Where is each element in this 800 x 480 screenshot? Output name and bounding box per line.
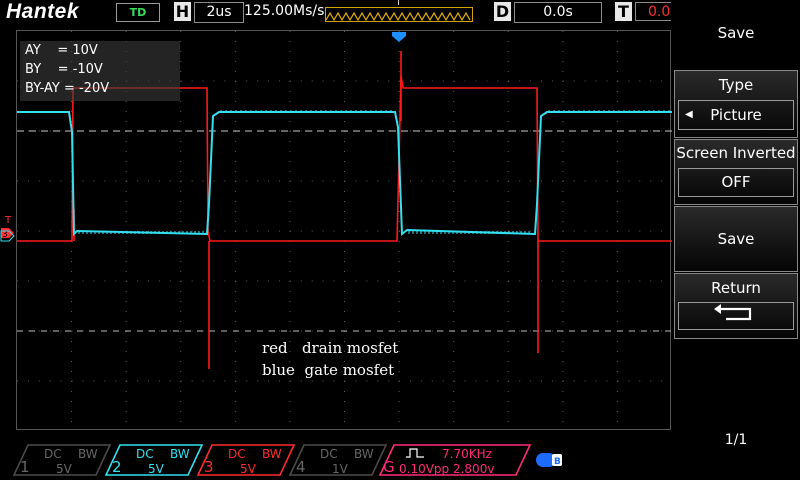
channel-coupling: DC — [136, 447, 154, 461]
annotation-red: red drain mosfet — [262, 339, 399, 357]
menu-page-indicator: 1/1 — [724, 432, 748, 448]
left-arrow-icon: ◀ — [685, 109, 693, 120]
channel-number: 2 — [112, 458, 122, 476]
channel-scale: 5V — [148, 462, 165, 476]
top-status-bar: Hantek TD H 2us 125.00Ms/s T D 0.0s T 0.… — [0, 0, 672, 24]
sample-rate: 125.00Ms/s — [244, 3, 325, 19]
channel-number: 3 — [204, 458, 214, 476]
channel-coupling: DC — [228, 447, 246, 461]
channel-scale: 1V — [332, 462, 349, 476]
brand-logo: Hantek — [6, 0, 80, 23]
measure-ay: AY = 10V — [25, 43, 98, 58]
trigger-strip-wave-icon — [325, 11, 471, 22]
channel-number: 4 — [296, 458, 306, 476]
acquisition-mode-badge[interactable]: TD — [116, 3, 160, 22]
ch2-trace — [17, 111, 672, 237]
type-label: Type — [718, 76, 754, 94]
channel-scale: 5V — [56, 462, 73, 476]
trigger-position-strip[interactable] — [325, 7, 473, 22]
timebase-value[interactable]: 2us — [194, 2, 244, 23]
trigger-level-value[interactable]: 0.0 — [635, 2, 671, 21]
channel-bw: BW — [170, 447, 190, 461]
type-value-box[interactable]: ◀ Picture — [678, 100, 794, 130]
type-option[interactable]: Type ◀ Picture — [674, 70, 798, 138]
annotation-blue: blue gate mosfet — [262, 361, 395, 379]
type-value: Picture — [710, 106, 762, 124]
measure-by: BY = -10V — [25, 62, 103, 77]
return-icon-box — [678, 302, 794, 330]
channel-chip-3[interactable]: 3 DC BW 5V — [196, 444, 296, 476]
channel-coupling: DC — [44, 447, 62, 461]
trigger-position-icon[interactable] — [391, 30, 407, 44]
usb-connection-icon: B — [536, 453, 562, 467]
return-button[interactable]: Return — [674, 273, 798, 339]
channel-chip-4[interactable]: 4 DC BW 1V — [288, 444, 388, 476]
channel-offset-markers[interactable]: T 3 — [0, 212, 16, 248]
channel-bw: BW — [78, 447, 98, 461]
save-button[interactable]: Save — [674, 206, 798, 272]
trigger-position-marker: T — [396, 0, 401, 7]
channel-bw: BW — [262, 447, 282, 461]
channel-scale: 5V — [240, 462, 257, 476]
delay-value[interactable]: 0.0s — [514, 2, 602, 23]
screen-inverted-option[interactable]: Screen Inverted OFF — [674, 139, 798, 205]
measure-delta: BY-AY = -20V — [25, 81, 110, 96]
generator-chip[interactable]: G 7.70KHz0.10Vpp 2.800v — [378, 444, 532, 476]
return-arrow-icon — [714, 304, 752, 321]
screen-inverted-label: Screen Inverted — [676, 144, 796, 162]
svg-text:B: B — [554, 457, 561, 467]
generator-letter: G — [383, 458, 395, 476]
delay-label: D — [494, 2, 511, 21]
menu-title: Save — [717, 24, 755, 42]
cursor-measurement-panel: AY = 10V BY = -10V BY-AY = -20V — [20, 41, 180, 101]
channel-chips: 1 DC BW 5V 2 DC BW 5V 3 DC BW 5V 4 DC BW 1V G 7.70KHz0.10… — [12, 444, 532, 476]
waveform-annotation: red drain mosfet blue gate mosfet — [262, 337, 398, 381]
generator-frequency: 7.70KHz — [442, 447, 492, 461]
channel-coupling: DC — [320, 447, 338, 461]
channel-bw: BW — [354, 447, 374, 461]
channel-number: 1 — [20, 458, 30, 476]
trigger-level-marker-icon: T — [4, 215, 12, 226]
screen-inverted-value: OFF — [678, 168, 794, 197]
generator-amplitude: 0.10Vpp 2.800v — [399, 462, 494, 476]
trigger-label: T — [615, 2, 632, 21]
return-label: Return — [711, 279, 761, 297]
horizontal-label: H — [174, 2, 191, 21]
channel-chip-1[interactable]: 1 DC BW 5V — [12, 444, 112, 476]
channel-chip-2[interactable]: 2 DC BW 5V — [104, 444, 204, 476]
